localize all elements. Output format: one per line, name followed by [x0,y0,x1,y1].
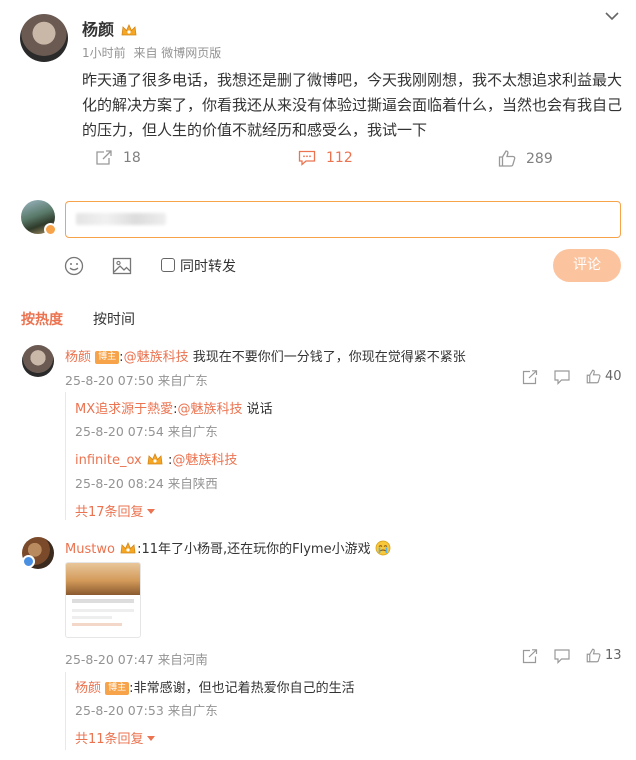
comment-text: 我现在不要你们一分钱了，你现在觉得紧不紧张 [188,350,466,365]
repost-count: 18 [123,150,141,166]
reply-meta: 25-8-20 08:24 来自陕西 [75,476,218,491]
reply-thread-border [65,392,66,520]
more-replies-label: 共11条回复 [75,732,144,747]
chevron-down-icon[interactable] [604,10,620,22]
crown-icon [119,541,137,555]
comment-like-count: 13 [605,648,622,663]
reply-comment-icon[interactable] [554,370,570,385]
image-icon[interactable] [112,256,132,276]
reply-author[interactable]: infinite_ox [75,453,142,468]
like-button[interactable]: 289 [498,150,553,167]
crown-icon [120,22,138,36]
author-avatar[interactable] [20,14,68,62]
sync-repost-checkbox[interactable] [161,258,175,272]
comment-like-button[interactable]: 40 [586,369,622,384]
tab-sort-hot[interactable]: 按热度 [21,309,63,329]
like-icon [498,150,516,167]
mention-link[interactable]: @魅族科技 [178,402,243,417]
mention-link[interactable]: @魅族科技 [124,350,189,365]
more-replies-link[interactable]: 共11条回复 [75,728,155,747]
reply-repost-icon[interactable] [522,649,538,664]
crown-icon [146,452,164,466]
reply-line: 杨颜 博主:非常感谢，但也记着热爱你自己的生活 [75,677,355,696]
comment-like-button[interactable]: 13 [586,648,622,663]
verified-badge-icon [22,555,35,568]
mention-link[interactable]: @魅族科技 [172,453,237,468]
reply-comment-icon[interactable] [554,649,570,664]
reply-author[interactable]: MX追求源于熱愛 [75,402,173,417]
commenter-avatar[interactable] [22,345,54,377]
thumbnail-line [72,623,122,626]
comment-text: 11年了小杨哥,还在玩你的Flyme小游戏 [141,542,371,557]
reply-author[interactable]: 杨颜 [75,681,101,696]
emoji-icon[interactable] [64,256,84,276]
reply-line: infinite_ox :@魅族科技 [75,449,237,468]
like-count: 289 [526,150,553,167]
thumbnail-line [72,616,112,619]
thumbnail-line [72,599,134,603]
comment-author[interactable]: Mustwo [65,542,115,557]
vip-badge-icon [44,223,57,236]
reply-repost-icon[interactable] [522,370,538,385]
author-badge: 博主 [95,351,120,364]
thumbnail-line [72,609,134,612]
more-replies-link[interactable]: 共17条回复 [75,501,155,520]
comment-meta: 25-8-20 07:50 来自广东 [65,373,208,388]
comment-author[interactable]: 杨颜 [65,350,91,365]
comment-image-thumbnail[interactable] [65,562,141,638]
comment-line: Mustwo :11年了小杨哥,还在玩你的Flyme小游戏 [65,538,391,557]
post-time[interactable]: 1小时前 [82,46,126,60]
reply-text: 说话 [242,402,273,417]
comment-like-count: 40 [605,369,622,384]
comment-button[interactable]: 112 [298,150,353,166]
more-replies-label: 共17条回复 [75,505,144,520]
reply-meta: 25-8-20 07:53 来自广东 [75,703,218,718]
reply-meta: 25-8-20 07:54 来自广东 [75,424,218,439]
tab-sort-time[interactable]: 按时间 [93,309,135,329]
post-source: 来自 微博网页版 [133,46,222,60]
caret-down-icon [146,736,155,741]
post-author[interactable]: 杨颜 [82,20,114,39]
repost-icon [95,150,113,166]
comment-meta: 25-8-20 07:47 来自河南 [65,652,208,667]
thumbnail-photo [66,563,140,595]
reply-text: 非常感谢，但也记着热爱你自己的生活 [133,681,355,696]
like-icon [586,648,601,663]
like-icon [586,369,601,384]
crying-emoji-icon [375,540,391,556]
reply-thread-border [65,672,66,750]
repost-button[interactable]: 18 [95,150,141,166]
reply-line: MX追求源于熱愛:@魅族科技 说话 [75,398,273,417]
comment-line: 杨颜 博主:@魅族科技 我现在不要你们一分钱了，你现在觉得紧不紧张 [65,346,466,365]
comment-icon [298,150,316,166]
author-badge: 博主 [105,682,130,695]
submit-comment-button[interactable]: 评论 [553,249,621,282]
comment-count: 112 [326,150,353,166]
post-text: 昨天通了很多电话，我想还是删了微博吧，今天我刚刚想，我不太想追求利益最大化的解决… [82,71,623,139]
caret-down-icon [146,509,155,514]
blurred-draft-text [76,213,166,225]
sync-repost-label[interactable]: 同时转发 [180,256,236,276]
